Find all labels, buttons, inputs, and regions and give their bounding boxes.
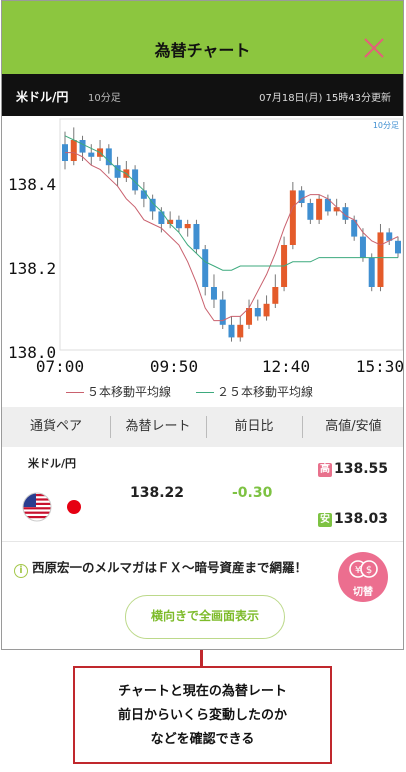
candle-body xyxy=(368,257,375,287)
candle-body xyxy=(395,240,401,254)
pair-info-bar: 米ドル/円 10分足 07月18日(月) 15時43分更新 xyxy=(2,74,403,116)
currency-switch-icon: ¥ $ xyxy=(349,560,378,578)
candle-body xyxy=(263,303,270,317)
updated-time: 07月18日(月) 15時43分更新 xyxy=(259,93,391,104)
current-rate: 138.22 xyxy=(130,485,185,501)
candle-body xyxy=(289,190,296,245)
fullscreen-button[interactable]: 横向きで全画面表示 xyxy=(125,595,285,639)
candle-body xyxy=(158,211,165,224)
switch-label: 切替 xyxy=(353,587,373,598)
candle-body xyxy=(175,219,182,229)
callout-line: 前日からいくら変動したのか xyxy=(117,708,287,723)
candle-body xyxy=(359,236,366,258)
interval-label: 10分足 xyxy=(88,93,121,104)
legend-ma25: ２５本移動平均線 xyxy=(196,383,313,400)
candle-body xyxy=(228,324,235,338)
x-tick-label: 15:30 xyxy=(356,357,404,376)
candle-body xyxy=(140,190,147,199)
rate-table-header: 通貨ペア 為替レート 前日比 高値/安値 xyxy=(2,407,403,447)
divider xyxy=(2,541,403,542)
candle-body xyxy=(88,152,95,157)
callout-pointer xyxy=(200,650,203,666)
close-icon[interactable] xyxy=(363,37,385,59)
y-tick-label: 138.4 xyxy=(8,175,56,194)
chart-interval-badge: 10分足 xyxy=(373,121,399,130)
pair-label: 米ドル/円 xyxy=(16,90,69,104)
legend-ma5: ５本移動平均線 xyxy=(66,383,171,400)
header-bar: 為替チャート xyxy=(2,1,403,74)
fx-chart[interactable]: 138.0138.2138.407:00 09:50 12:40 15:3010分足 xyxy=(2,116,404,378)
rate-row: 米ドル/円 138.22 -0.30 高 138.55 安 138.03 xyxy=(2,447,403,539)
col-high-low: 高値/安値 xyxy=(325,419,382,434)
candle-body xyxy=(79,140,86,153)
newsletter-link[interactable]: i 西原宏一のメルマガはＦＸ〜暗号資産まで網羅！ xyxy=(14,557,307,578)
callout-line: チャートと現在の為替レート xyxy=(118,684,287,699)
x-tick-label: 12:40 xyxy=(262,357,310,376)
candle-body xyxy=(237,324,244,338)
x-tick-label: 07:00 xyxy=(36,357,84,376)
candle-body xyxy=(193,224,200,250)
svg-text:$: $ xyxy=(366,565,372,576)
callout-box: チャートと現在の為替レート 前日からいくら変動したのか などを確認できる xyxy=(73,666,332,764)
currency-switch-button[interactable]: ¥ $ 切替 xyxy=(338,552,388,602)
page-title: 為替チャート xyxy=(154,41,251,60)
candle-body xyxy=(70,140,77,161)
col-rate: 為替レート xyxy=(125,419,191,434)
x-tick-label: 09:50 xyxy=(150,357,198,376)
chart-legend: ５本移動平均線 ２５本移動平均線 xyxy=(2,379,403,403)
col-pair: 通貨ペア xyxy=(29,419,82,434)
candle-body xyxy=(210,287,217,300)
svg-text:¥: ¥ xyxy=(355,565,361,576)
y-tick-label: 138.2 xyxy=(8,259,56,278)
callout-line: などを確認できる xyxy=(150,732,255,747)
info-icon: i xyxy=(14,564,28,578)
candle-body xyxy=(377,232,384,287)
candle-body xyxy=(307,203,314,220)
high-value: 高 138.55 xyxy=(318,461,389,477)
col-change: 前日比 xyxy=(234,419,274,434)
candle-body xyxy=(184,224,191,229)
row-pair-label: 米ドル/円 xyxy=(28,457,77,470)
candle-body xyxy=(202,249,209,287)
rate-change: -0.30 xyxy=(232,485,273,501)
app-screen: 為替チャート 米ドル/円 10分足 07月18日(月) 15時43分更新 138… xyxy=(1,0,404,650)
us-flag-icon xyxy=(22,492,52,522)
candle-body xyxy=(254,308,261,317)
low-value: 安 138.03 xyxy=(318,511,389,527)
candle-body xyxy=(316,198,323,220)
candle-body xyxy=(272,287,279,304)
jp-flag-icon xyxy=(64,497,84,517)
